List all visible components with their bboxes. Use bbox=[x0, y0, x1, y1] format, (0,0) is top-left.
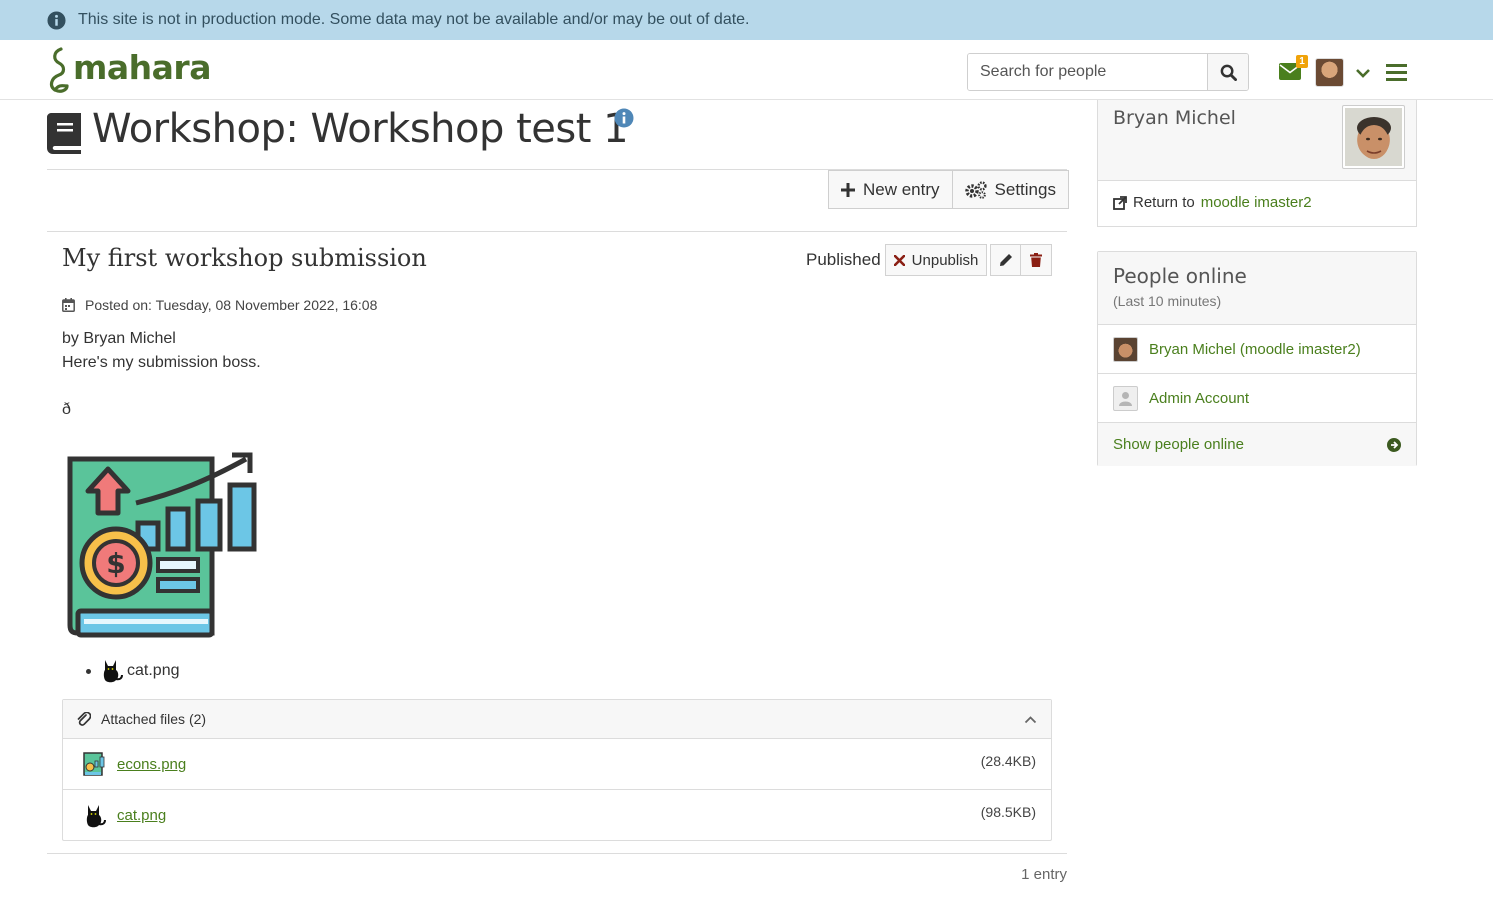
people-online-title: People online bbox=[1113, 264, 1247, 288]
page-title: Workshop: Workshop test 1 bbox=[92, 106, 629, 152]
info-icon[interactable] bbox=[614, 108, 634, 132]
hamburger-icon bbox=[1386, 64, 1407, 81]
chevron-up-icon bbox=[1024, 715, 1037, 723]
econs-image: $ bbox=[66, 451, 258, 647]
entries-divider bbox=[47, 853, 1067, 854]
times-icon bbox=[893, 254, 905, 266]
search-input[interactable] bbox=[968, 54, 1208, 90]
search-icon bbox=[1220, 64, 1237, 81]
new-entry-label: New entry bbox=[863, 179, 940, 199]
avatar bbox=[1113, 336, 1138, 362]
inline-file-list: cat.png bbox=[86, 658, 179, 684]
site-header: mahara 1 bbox=[0, 40, 1493, 100]
show-people-online-row[interactable]: Show people online bbox=[1098, 423, 1416, 466]
inbox-count-badge: 1 bbox=[1296, 55, 1308, 68]
external-link-icon bbox=[1113, 195, 1127, 210]
attached-files-title: Attached files (2) bbox=[101, 711, 207, 727]
paperclip-icon bbox=[77, 711, 91, 726]
people-search bbox=[967, 53, 1249, 91]
inline-file-name: cat.png bbox=[127, 662, 180, 679]
post-title: My first workshop submission bbox=[62, 244, 427, 272]
list-item: Admin Account bbox=[1098, 374, 1416, 423]
mahara-logo-icon bbox=[49, 47, 69, 93]
list-item: cat.png bbox=[86, 658, 179, 684]
attachment-size: (98.5KB) bbox=[980, 804, 1036, 820]
arrow-circle-right-icon bbox=[1387, 437, 1401, 452]
return-link[interactable]: moodle imaster2 bbox=[1201, 194, 1312, 211]
owner-name: Bryan Michel bbox=[1113, 107, 1236, 129]
settings-label: Settings bbox=[994, 179, 1056, 199]
default-user-icon bbox=[1119, 391, 1132, 406]
new-entry-button[interactable]: New entry bbox=[828, 170, 953, 209]
owner-avatar[interactable] bbox=[1342, 105, 1405, 169]
attachment-link[interactable]: econs.png bbox=[117, 756, 186, 773]
calendar-icon bbox=[62, 298, 75, 312]
site-logo[interactable]: mahara bbox=[47, 46, 211, 94]
avatar bbox=[1113, 385, 1138, 411]
list-item: Bryan Michel (moodle imaster2) bbox=[1098, 325, 1416, 374]
post-author: by Bryan Michel bbox=[62, 330, 176, 347]
post-body: Here's my submission boss. bbox=[62, 354, 261, 371]
return-prefix: Return to bbox=[1133, 194, 1195, 211]
logo-text: mahara bbox=[73, 47, 211, 87]
post-date: Posted on: Tuesday, 08 November 2022, 16… bbox=[62, 297, 377, 313]
attachment-row: econs.png (28.4KB) bbox=[63, 739, 1051, 790]
owner-card: Bryan Michel Return to moodle imaster2 bbox=[1097, 100, 1417, 227]
delete-post-button[interactable] bbox=[1021, 244, 1053, 276]
avatar bbox=[1345, 108, 1402, 166]
info-icon bbox=[47, 10, 66, 30]
online-person-link[interactable]: Bryan Michel (moodle imaster2) bbox=[1149, 341, 1361, 358]
status-label: Published bbox=[806, 250, 881, 269]
posted-on-text: Posted on: Tuesday, 08 November 2022, 16… bbox=[85, 297, 378, 313]
people-online-card: People online (Last 10 minutes) Bryan Mi… bbox=[1097, 251, 1417, 466]
pencil-icon bbox=[999, 254, 1012, 266]
search-button[interactable] bbox=[1207, 54, 1248, 90]
attachment-row: cat.png (98.5KB) bbox=[63, 790, 1051, 841]
edit-post-button[interactable] bbox=[990, 244, 1022, 276]
svg-text:$: $ bbox=[106, 547, 125, 580]
gears-icon bbox=[964, 180, 987, 199]
toolbar-divider bbox=[47, 231, 1067, 232]
entry-count: 1 entry bbox=[1021, 866, 1067, 883]
show-people-online-link[interactable]: Show people online bbox=[1113, 436, 1244, 453]
banner-text: This site is not in production mode. Som… bbox=[78, 11, 750, 28]
cat-file-icon bbox=[86, 804, 106, 827]
attachment-size: (28.4KB) bbox=[980, 753, 1036, 769]
post-controls: Published Unpublish bbox=[806, 244, 1053, 276]
owner-card-header: Bryan Michel bbox=[1098, 100, 1416, 181]
plus-icon bbox=[841, 182, 855, 197]
people-online-subtitle: (Last 10 minutes) bbox=[1113, 293, 1222, 309]
return-link-row: Return to moodle imaster2 bbox=[1113, 194, 1312, 211]
bullet bbox=[86, 668, 91, 674]
unpublish-label: Unpublish bbox=[911, 251, 979, 269]
user-menu[interactable] bbox=[1315, 58, 1371, 87]
people-online-header: People online (Last 10 minutes) bbox=[1098, 252, 1416, 325]
page-toolbar: New entry Settings bbox=[828, 170, 1069, 209]
cat-thumbnail-icon bbox=[103, 660, 123, 683]
dev-mode-banner: This site is not in production mode. Som… bbox=[0, 0, 1493, 40]
attachment-link[interactable]: cat.png bbox=[117, 807, 166, 824]
book-icon bbox=[47, 113, 83, 158]
econs-file-icon bbox=[83, 752, 105, 776]
post-special-char: ð bbox=[62, 401, 71, 418]
trash-icon bbox=[1030, 253, 1043, 267]
main-menu-button[interactable] bbox=[1386, 64, 1407, 85]
unpublish-button[interactable]: Unpublish bbox=[884, 244, 988, 276]
settings-button[interactable]: Settings bbox=[952, 170, 1069, 209]
inbox-button[interactable]: 1 bbox=[1279, 55, 1308, 84]
online-person-link[interactable]: Admin Account bbox=[1149, 390, 1249, 407]
attached-files-panel: Attached files (2) econs.png (28.4KB) ca… bbox=[62, 699, 1052, 841]
attached-files-header[interactable]: Attached files (2) bbox=[63, 700, 1051, 739]
avatar bbox=[1315, 58, 1344, 87]
chevron-down-icon bbox=[1356, 68, 1370, 78]
